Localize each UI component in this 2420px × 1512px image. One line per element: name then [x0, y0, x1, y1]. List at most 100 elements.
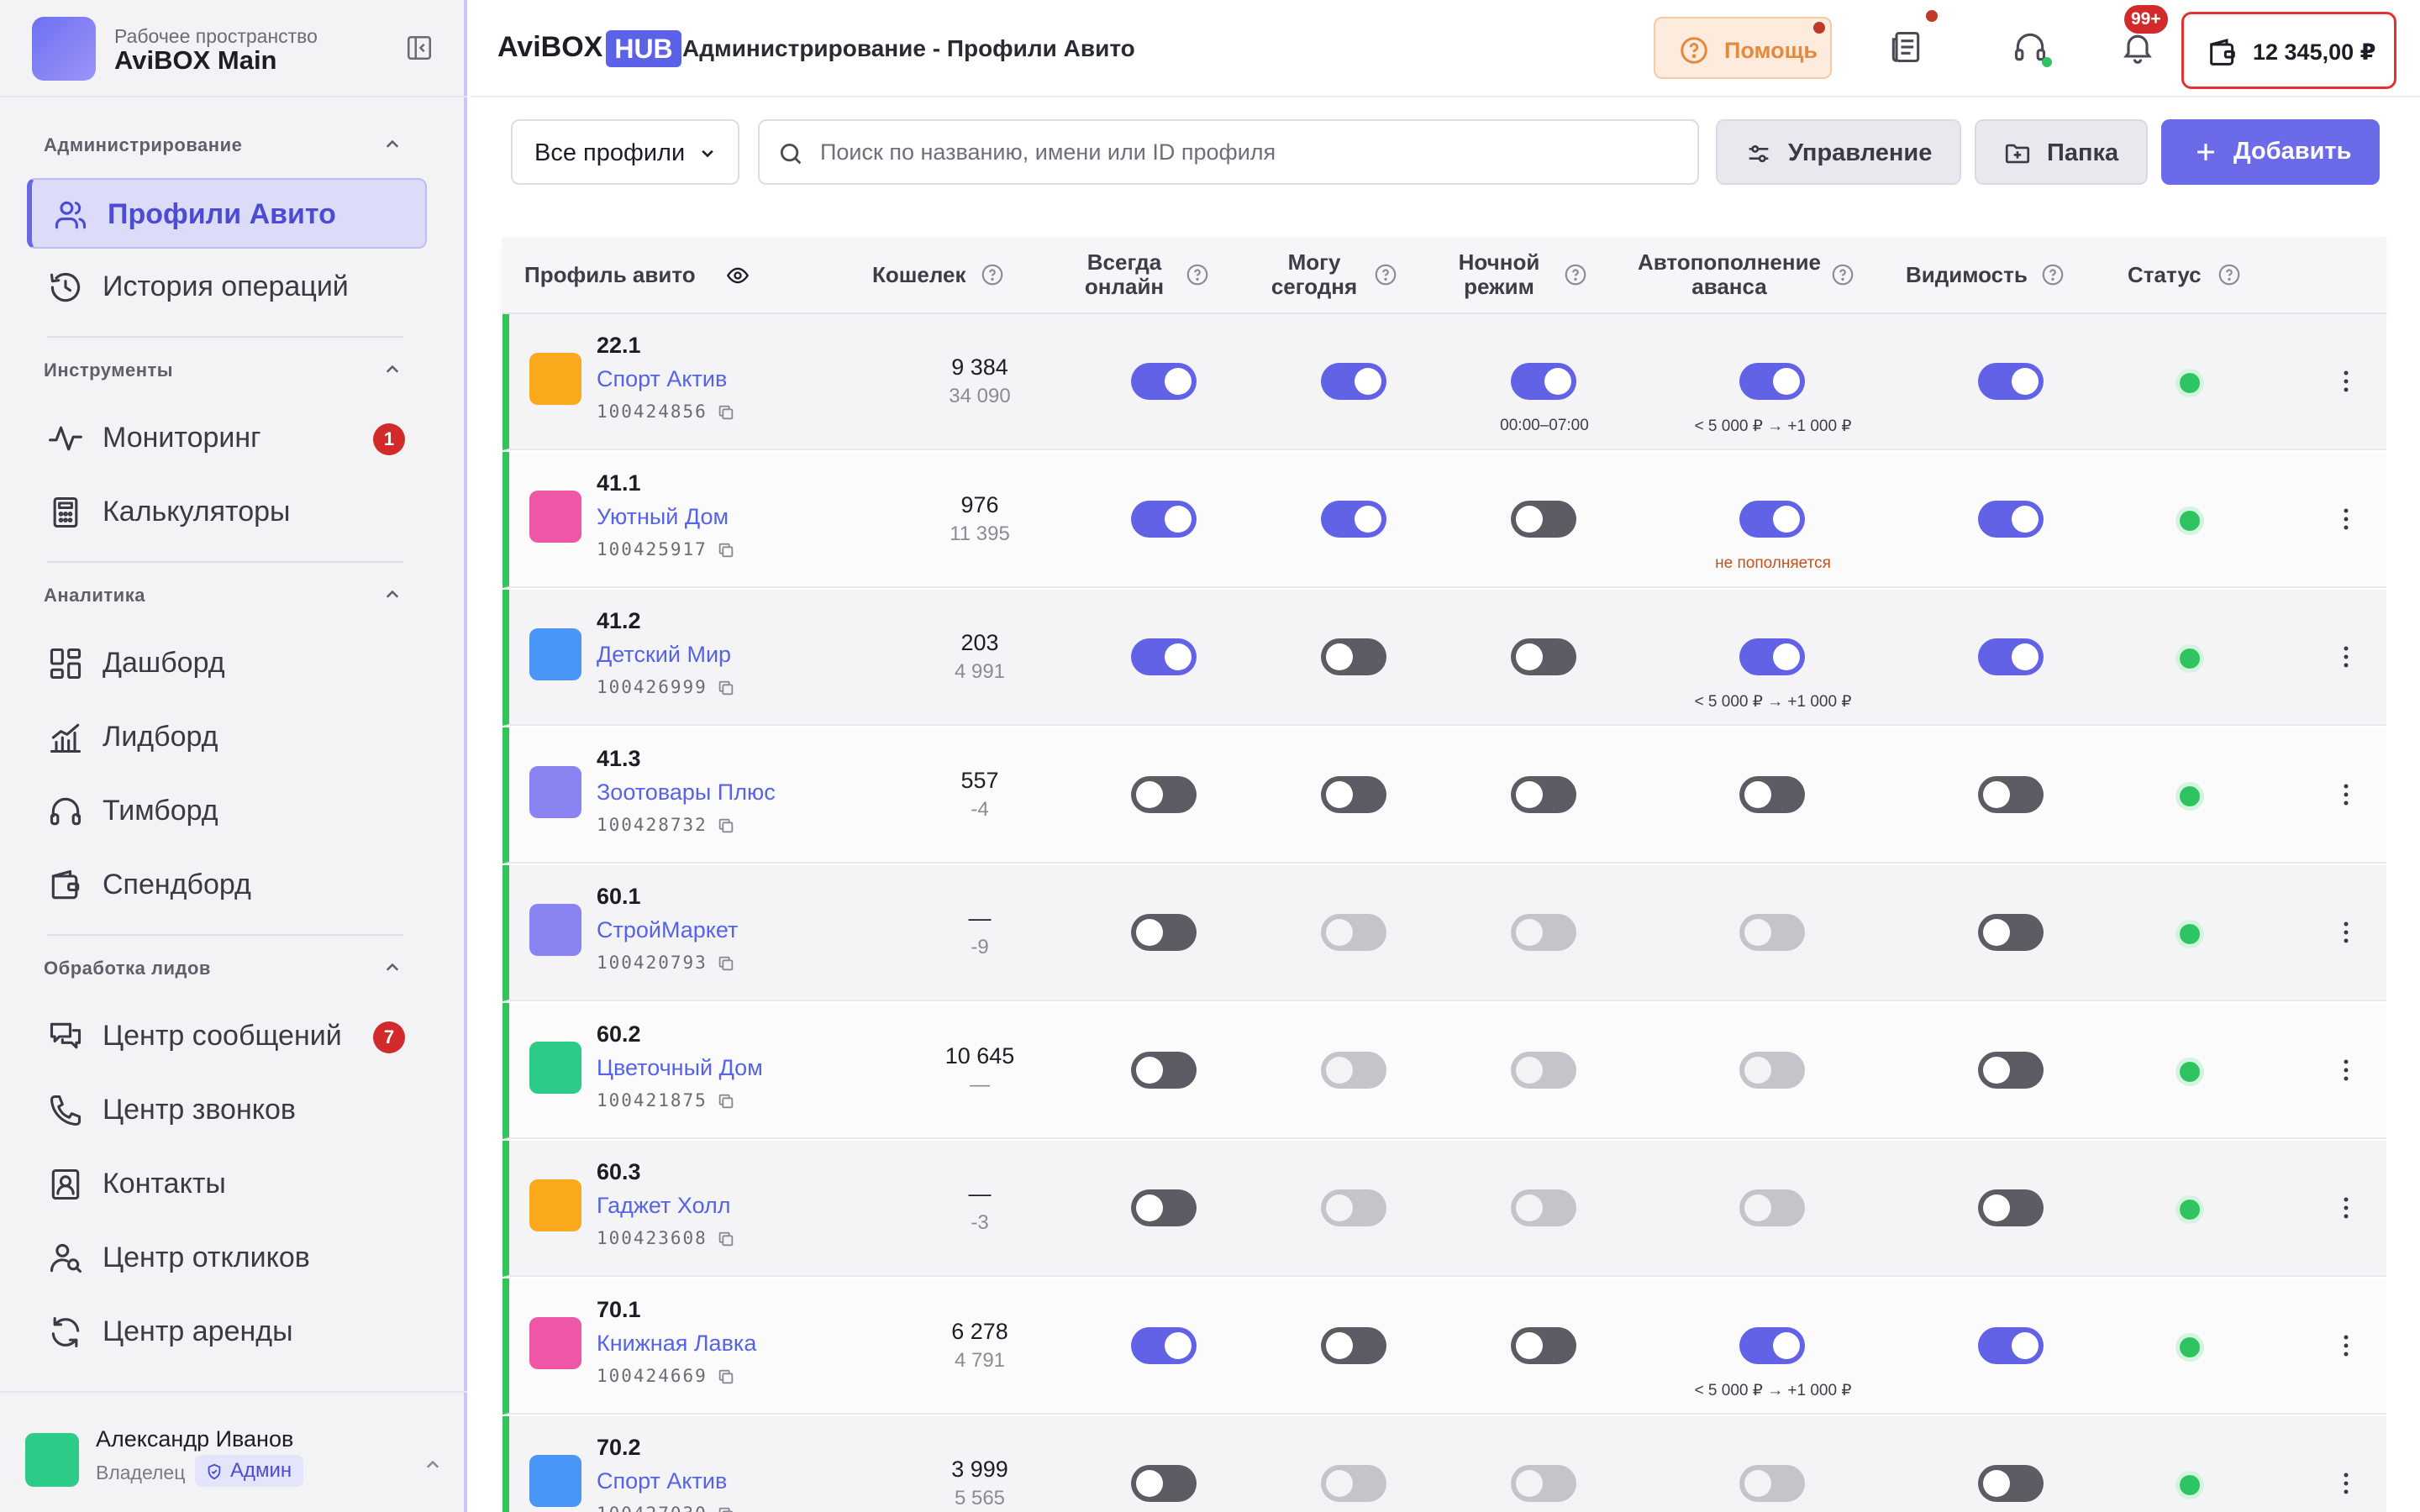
- copy-icon[interactable]: [717, 816, 735, 835]
- profile-name-link[interactable]: Цветочный Дом: [597, 1055, 763, 1081]
- autofill-toggle[interactable]: [1739, 638, 1805, 675]
- autofill-toggle[interactable]: [1739, 363, 1805, 400]
- help-circle-icon[interactable]: [1185, 262, 1210, 292]
- always-online-toggle[interactable]: [1131, 501, 1197, 538]
- can-today-toggle[interactable]: [1321, 501, 1386, 538]
- more-vertical-icon[interactable]: [2329, 365, 2363, 398]
- night-mode-toggle[interactable]: [1511, 638, 1576, 675]
- copy-icon[interactable]: [717, 679, 735, 697]
- sidebar-item-user-search[interactable]: Центр откликов: [27, 1223, 427, 1294]
- autofill-toggle[interactable]: [1739, 1327, 1805, 1364]
- copy-icon[interactable]: [717, 1230, 735, 1248]
- can-today-toggle[interactable]: [1321, 914, 1386, 951]
- more-vertical-icon[interactable]: [2329, 916, 2363, 949]
- chevron-up-icon[interactable]: [380, 131, 405, 156]
- more-vertical-icon[interactable]: [2329, 1467, 2363, 1500]
- help-circle-icon[interactable]: [1830, 262, 1855, 292]
- eye-icon[interactable]: [726, 264, 750, 292]
- always-online-toggle[interactable]: [1131, 363, 1197, 400]
- help-circle-icon[interactable]: [980, 262, 1005, 292]
- visibility-toggle[interactable]: [1978, 638, 2044, 675]
- more-vertical-icon[interactable]: [2329, 502, 2363, 536]
- copy-icon[interactable]: [717, 541, 735, 559]
- always-online-toggle[interactable]: [1131, 1327, 1197, 1364]
- visibility-toggle[interactable]: [1978, 501, 2044, 538]
- profile-name-link[interactable]: Уютный Дом: [597, 504, 729, 530]
- autofill-toggle[interactable]: [1739, 1052, 1805, 1089]
- chevron-up-icon[interactable]: [380, 356, 405, 381]
- news-icon[interactable]: [1887, 29, 1924, 66]
- copy-icon[interactable]: [717, 954, 735, 973]
- profile-name-link[interactable]: Спорт Актив: [597, 366, 727, 392]
- night-mode-toggle[interactable]: [1511, 501, 1576, 538]
- autofill-toggle[interactable]: [1739, 776, 1805, 813]
- night-mode-toggle[interactable]: [1511, 776, 1576, 813]
- autofill-toggle[interactable]: [1739, 1465, 1805, 1502]
- table-row[interactable]: 41.2 Детский Мир 100426999 203 4 991 < 5 000 …: [502, 590, 2386, 726]
- folder-button[interactable]: Папка: [1975, 119, 2148, 185]
- table-row[interactable]: 41.3 Зоотовары Плюс 100428732 557 -4: [502, 727, 2386, 864]
- sidebar-item-bar-chart[interactable]: Лидборд: [27, 702, 427, 773]
- can-today-toggle[interactable]: [1321, 1052, 1386, 1089]
- workspace-header[interactable]: Рабочее пространство AviBOX Main: [0, 0, 467, 97]
- chevron-up-icon[interactable]: [420, 1452, 445, 1477]
- visibility-toggle[interactable]: [1978, 1052, 2044, 1089]
- sidebar-item-contacts[interactable]: Контакты: [27, 1149, 427, 1220]
- profile-name-link[interactable]: Спорт Актив: [597, 1468, 727, 1494]
- can-today-toggle[interactable]: [1321, 1189, 1386, 1226]
- can-today-toggle[interactable]: [1321, 776, 1386, 813]
- sidebar-collapse-icon[interactable]: [405, 34, 434, 62]
- visibility-toggle[interactable]: [1978, 1327, 2044, 1364]
- visibility-toggle[interactable]: [1978, 1465, 2044, 1502]
- profile-name-link[interactable]: СтройМаркет: [597, 917, 738, 943]
- search-box[interactable]: [758, 119, 1699, 185]
- always-online-toggle[interactable]: [1131, 914, 1197, 951]
- autofill-toggle[interactable]: [1739, 1189, 1805, 1226]
- user-profile[interactable]: Александр Иванов Владелец Админ: [0, 1391, 467, 1512]
- table-row[interactable]: 60.1 СтройМаркет 100420793 — -9: [502, 865, 2386, 1001]
- table-row[interactable]: 70.2 Спорт Актив 100427030 3 999 5 565: [502, 1416, 2386, 1512]
- profile-name-link[interactable]: Детский Мир: [597, 642, 731, 668]
- sidebar-item-users[interactable]: Профили Авито: [27, 178, 427, 249]
- help-circle-icon[interactable]: [2217, 262, 2242, 292]
- night-mode-toggle[interactable]: [1511, 914, 1576, 951]
- always-online-toggle[interactable]: [1131, 638, 1197, 675]
- night-mode-toggle[interactable]: [1511, 1189, 1576, 1226]
- night-mode-toggle[interactable]: [1511, 1327, 1576, 1364]
- copy-icon[interactable]: [717, 403, 735, 422]
- more-vertical-icon[interactable]: [2329, 778, 2363, 811]
- profile-name-link[interactable]: Зоотовары Плюс: [597, 780, 776, 806]
- visibility-toggle[interactable]: [1978, 1189, 2044, 1226]
- sidebar-item-refresh[interactable]: Центр аренды: [27, 1297, 427, 1368]
- copy-icon[interactable]: [717, 1505, 735, 1512]
- sidebar-item-wallet[interactable]: Спендборд: [27, 850, 427, 921]
- sidebar-item-calculator[interactable]: Калькуляторы: [27, 477, 427, 548]
- chevron-up-icon[interactable]: [380, 954, 405, 979]
- help-button[interactable]: Помощь: [1654, 17, 1832, 79]
- night-mode-toggle[interactable]: [1511, 363, 1576, 400]
- sidebar-item-phone[interactable]: Центр звонков: [27, 1075, 427, 1146]
- visibility-toggle[interactable]: [1978, 776, 2044, 813]
- search-input[interactable]: [820, 133, 1677, 171]
- always-online-toggle[interactable]: [1131, 1052, 1197, 1089]
- more-vertical-icon[interactable]: [2329, 1191, 2363, 1225]
- always-online-toggle[interactable]: [1131, 776, 1197, 813]
- night-mode-toggle[interactable]: [1511, 1052, 1576, 1089]
- table-row[interactable]: 60.2 Цветочный Дом 100421875 10 645 —: [502, 1003, 2386, 1139]
- table-row[interactable]: 22.1 Спорт Актив 100424856 9 384 34 090 00:00…: [502, 314, 2386, 450]
- autofill-toggle[interactable]: [1739, 501, 1805, 538]
- table-row[interactable]: 41.1 Уютный Дом 100425917 976 11 395 не попол…: [502, 452, 2386, 588]
- more-vertical-icon[interactable]: [2329, 640, 2363, 674]
- can-today-toggle[interactable]: [1321, 638, 1386, 675]
- visibility-toggle[interactable]: [1978, 914, 2044, 951]
- table-row[interactable]: 60.3 Гаджет Холл 100423608 — -3: [502, 1141, 2386, 1277]
- sidebar-item-history[interactable]: История операций: [27, 252, 427, 323]
- more-vertical-icon[interactable]: [2329, 1053, 2363, 1087]
- can-today-toggle[interactable]: [1321, 1327, 1386, 1364]
- chevron-up-icon[interactable]: [380, 581, 405, 606]
- always-online-toggle[interactable]: [1131, 1189, 1197, 1226]
- table-row[interactable]: 70.1 Книжная Лавка 100424669 6 278 4 791 < 5 …: [502, 1278, 2386, 1415]
- bell-icon[interactable]: [2119, 29, 2156, 66]
- add-profile-button[interactable]: Добавить: [2161, 119, 2380, 185]
- profile-name-link[interactable]: Гаджет Холл: [597, 1193, 731, 1219]
